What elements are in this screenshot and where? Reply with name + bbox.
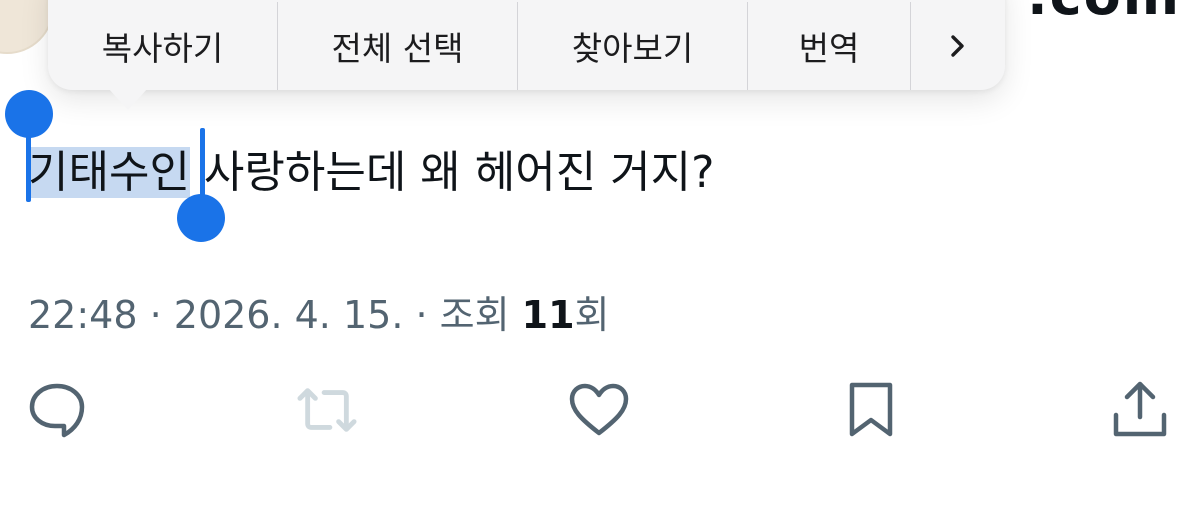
selection-start-handle[interactable]	[5, 90, 53, 138]
tweet-action-bar	[0, 380, 1199, 440]
selected-text[interactable]: 기태수인	[28, 147, 190, 198]
retweet-button[interactable]	[297, 380, 357, 440]
separator: ·	[137, 293, 174, 337]
handle-text: .com	[1027, 0, 1181, 27]
chevron-right-icon	[951, 35, 964, 57]
selection-end-handle[interactable]	[177, 194, 225, 242]
bookmark-button[interactable]	[841, 380, 901, 440]
views-label: 조회	[439, 293, 522, 337]
tweet-time[interactable]: 22:48	[28, 293, 138, 337]
menu-select-all[interactable]: 전체 선택	[278, 2, 518, 90]
text-context-menu: 복사하기 전체 선택 찾아보기 번역	[48, 0, 1005, 90]
menu-more-button[interactable]	[911, 2, 1005, 90]
views-suffix: 회	[574, 293, 610, 337]
menu-translate[interactable]: 번역	[748, 2, 911, 90]
separator: ·	[403, 293, 440, 337]
share-button[interactable]	[1110, 380, 1170, 440]
like-icon	[569, 383, 629, 436]
menu-copy[interactable]: 복사하기	[48, 2, 278, 90]
menu-pointer	[108, 88, 148, 110]
share-icon	[1113, 381, 1167, 437]
reply-button[interactable]	[27, 380, 87, 440]
retweet-icon	[297, 388, 357, 432]
avatar[interactable]	[0, 0, 54, 54]
selection-end-caret[interactable]	[200, 128, 205, 204]
tweet-text-rest: 사랑하는데 왜 헤어진 거지?	[189, 147, 715, 198]
menu-look-up[interactable]: 찾아보기	[518, 2, 748, 90]
reply-icon	[29, 383, 85, 438]
bookmark-icon	[849, 382, 893, 437]
like-button[interactable]	[569, 380, 629, 440]
tweet-date[interactable]: 2026. 4. 15.	[174, 293, 404, 337]
tweet-meta: 22:48 · 2026. 4. 15. · 조회 11회	[28, 284, 610, 339]
tweet-text[interactable]: 기태수인 사랑하는데 왜 헤어진 거지?	[28, 140, 715, 206]
views-count: 11	[521, 293, 575, 337]
